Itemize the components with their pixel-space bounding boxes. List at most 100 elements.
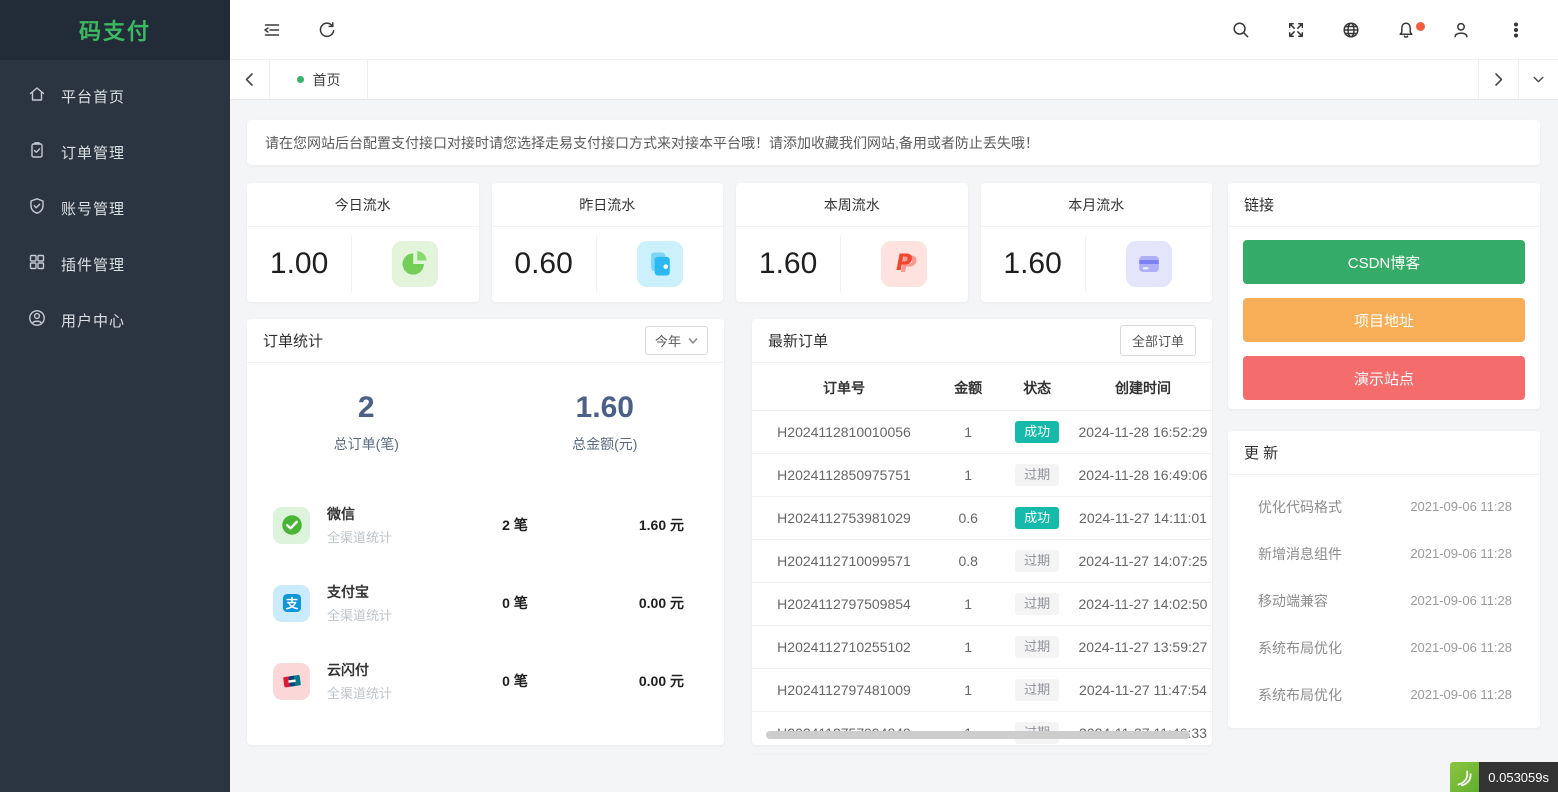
notification-dot (1416, 22, 1425, 31)
stat-value: 1.00 (247, 247, 351, 281)
chevron-down-icon (688, 337, 698, 345)
paypal-icon: PP (881, 241, 927, 287)
table-row: H20241128100100561 成功 2024-11-28 16:52:2… (752, 411, 1212, 454)
channel-amount: 0.00 元 (575, 671, 684, 691)
runtime-value: 0.053059s (1479, 762, 1558, 792)
refresh-icon[interactable] (318, 21, 336, 39)
topbar (230, 0, 1558, 60)
order-statistics-panel: 订单统计 今年 2 总订单(笔) 1 (247, 319, 724, 745)
status-badge: 过期 (1015, 550, 1059, 572)
update-item: 系统布局优化 2021-09-06 11:28 (1258, 624, 1512, 671)
wallet-icon (637, 241, 683, 287)
stat-value: 1.60 (981, 247, 1085, 281)
fullscreen-icon[interactable] (1287, 21, 1305, 39)
sidebar: 码支付 平台首页 订单管理 账号管理 插件管理 用户中心 (0, 0, 230, 792)
collapse-menu-icon[interactable] (263, 21, 281, 39)
shield-check-icon (28, 197, 46, 219)
total-amount-label: 总金额(元) (486, 434, 725, 454)
wechat-pay-icon (273, 507, 310, 544)
thinkphp-logo-icon (1450, 762, 1479, 792)
update-item: 移动端兼容 2021-09-06 11:28 (1258, 577, 1512, 624)
table-row: H20241127102551021 过期 2024-11-27 13:59:2… (752, 626, 1212, 669)
content-area: 请在您网站后台配置支付接口对接时请您选择走易支付接口方式来对接本平台哦！请添加收… (230, 100, 1558, 792)
status-badge: 成功 (1015, 421, 1059, 443)
sidebar-item-platform-home[interactable]: 平台首页 (0, 68, 230, 124)
notice-bar: 请在您网站后台配置支付接口对接时请您选择走易支付接口方式来对接本平台哦！请添加收… (247, 120, 1540, 165)
horizontal-scrollbar[interactable] (766, 731, 1190, 739)
sidebar-item-plugin-management[interactable]: 插件管理 (0, 236, 230, 292)
year-range-select[interactable]: 今年 (645, 326, 708, 355)
sidebar-item-account-management[interactable]: 账号管理 (0, 180, 230, 236)
stat-title: 本月流水 (981, 183, 1213, 227)
notification-bell-icon[interactable] (1397, 21, 1415, 39)
status-badge: 过期 (1015, 464, 1059, 486)
sidebar-item-label: 插件管理 (61, 254, 125, 275)
channel-row-unionpay: 云闪付 全渠道统计 0 笔 0.00 元 (247, 642, 724, 720)
panel-title: 最新订单 (768, 330, 828, 351)
home-icon (28, 85, 46, 107)
demo-site-button[interactable]: 演示站点 (1243, 356, 1525, 400)
update-name: 优化代码格式 (1258, 497, 1342, 517)
update-date: 2021-09-06 11:28 (1410, 593, 1512, 608)
csdn-blog-button[interactable]: CSDN博客 (1243, 240, 1525, 284)
all-orders-button[interactable]: 全部订单 (1120, 325, 1196, 356)
sidebar-item-label: 用户中心 (61, 310, 125, 331)
status-badge: 过期 (1015, 593, 1059, 615)
stat-card-today: 今日流水 1.00 (247, 183, 479, 302)
table-row: H20241127100995710.8 过期 2024-11-27 14:07… (752, 540, 1212, 583)
select-value: 今年 (655, 331, 681, 350)
update-name: 移动端兼容 (1258, 591, 1328, 611)
channel-row-wechat: 微信 全渠道统计 2 笔 1.60 元 (247, 486, 724, 564)
sidebar-item-order-management[interactable]: 订单管理 (0, 124, 230, 180)
channel-subtitle: 全渠道统计 (327, 683, 455, 702)
updates-panel: 更 新 优化代码格式 2021-09-06 11:28 新增消息组件 2021-… (1228, 431, 1540, 728)
table-row: H20241128509757511 过期 2024-11-28 16:49:0… (752, 454, 1212, 497)
update-date: 2021-09-06 11:28 (1410, 687, 1512, 702)
total-amount-value: 1.60 (486, 391, 725, 425)
tab-scroll-right-button[interactable] (1478, 60, 1518, 99)
orders-table: 订单号 金额 状态 创建时间 H20241128100100561 成功 (752, 363, 1212, 755)
channel-count: 2 笔 (455, 515, 575, 535)
stat-card-yesterday: 昨日流水 0.60 (492, 183, 724, 302)
bank-card-icon (1126, 241, 1172, 287)
notice-text: 请在您网站后台配置支付接口对接时请您选择走易支付接口方式来对接本平台哦！请添加收… (265, 133, 1039, 153)
latest-orders-panel: 最新订单 全部订单 订单号 金额 状态 创建时间 (752, 319, 1212, 745)
language-globe-icon[interactable] (1342, 21, 1360, 39)
user-icon[interactable] (1452, 21, 1470, 39)
tab-home[interactable]: 首页 (270, 60, 368, 99)
tab-scroll-left-button[interactable] (230, 60, 270, 99)
table-row: H20241127539810290.6 成功 2024-11-27 14:11… (752, 497, 1212, 540)
sidebar-item-user-center[interactable]: 用户中心 (0, 292, 230, 348)
channel-count: 0 笔 (455, 671, 575, 691)
links-panel: 链接 CSDN博客 项目地址 演示站点 (1228, 183, 1540, 409)
update-item: 新增消息组件 2021-09-06 11:28 (1258, 530, 1512, 577)
grid-icon (28, 253, 46, 275)
more-kebab-icon[interactable] (1507, 21, 1525, 39)
runtime-badge: 0.053059s (1450, 762, 1558, 792)
table-row: H20241127975098541 过期 2024-11-27 14:02:5… (752, 583, 1212, 626)
svg-text:支: 支 (284, 596, 298, 611)
user-circle-icon (28, 309, 46, 331)
stat-value: 1.60 (736, 247, 840, 281)
tabbar: 首页 (230, 60, 1558, 100)
channel-name: 微信 (327, 504, 455, 524)
stats-row: 今日流水 1.00 昨日流水 0.60 (247, 183, 1212, 302)
channel-amount: 0.00 元 (575, 593, 684, 613)
table-row: H20241127974810091 过期 2024-11-27 11:47:5… (752, 669, 1212, 712)
column-header-amount: 金额 (936, 363, 1000, 411)
channel-amount: 1.60 元 (575, 515, 684, 535)
column-header-time: 创建时间 (1074, 363, 1212, 411)
project-url-button[interactable]: 项目地址 (1243, 298, 1525, 342)
stat-title: 昨日流水 (492, 183, 724, 227)
stat-title: 今日流水 (247, 183, 479, 227)
tabbar-spacer (368, 60, 1478, 99)
channel-name: 云闪付 (327, 660, 455, 680)
update-item: 优化代码格式 2021-09-06 11:28 (1258, 483, 1512, 530)
active-tab-dot (297, 76, 304, 83)
tab-menu-dropdown-button[interactable] (1518, 60, 1558, 99)
update-date: 2021-09-06 11:28 (1410, 499, 1512, 514)
panel-title: 链接 (1244, 194, 1274, 215)
search-icon[interactable] (1232, 21, 1250, 39)
stat-title: 本周流水 (736, 183, 968, 227)
order-totals: 2 总订单(笔) 1.60 总金额(元) (247, 363, 724, 454)
